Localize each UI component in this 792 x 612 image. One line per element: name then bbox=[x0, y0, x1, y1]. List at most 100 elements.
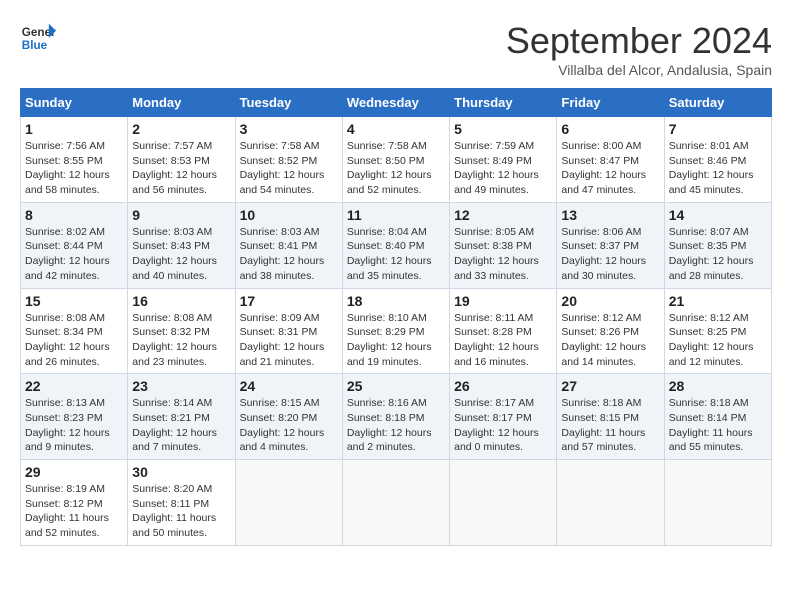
day-info: Sunrise: 7:58 AMSunset: 8:52 PMDaylight:… bbox=[240, 140, 325, 196]
day-number: 27 bbox=[561, 378, 659, 394]
calendar-cell: 5 Sunrise: 7:59 AMSunset: 8:49 PMDayligh… bbox=[450, 117, 557, 203]
calendar-week-2: 8 Sunrise: 8:02 AMSunset: 8:44 PMDayligh… bbox=[21, 202, 772, 288]
day-number: 19 bbox=[454, 293, 552, 309]
day-info: Sunrise: 8:18 AMSunset: 8:15 PMDaylight:… bbox=[561, 397, 645, 453]
calendar-cell bbox=[342, 460, 449, 546]
day-number: 17 bbox=[240, 293, 338, 309]
calendar-cell: 27 Sunrise: 8:18 AMSunset: 8:15 PMDaylig… bbox=[557, 374, 664, 460]
calendar-cell bbox=[664, 460, 771, 546]
month-title: September 2024 bbox=[506, 20, 772, 62]
calendar-cell: 9 Sunrise: 8:03 AMSunset: 8:43 PMDayligh… bbox=[128, 202, 235, 288]
day-info: Sunrise: 7:58 AMSunset: 8:50 PMDaylight:… bbox=[347, 140, 432, 196]
day-info: Sunrise: 7:57 AMSunset: 8:53 PMDaylight:… bbox=[132, 140, 217, 196]
day-info: Sunrise: 8:03 AMSunset: 8:41 PMDaylight:… bbox=[240, 226, 325, 282]
calendar-body: 1 Sunrise: 7:56 AMSunset: 8:55 PMDayligh… bbox=[21, 117, 772, 546]
page-header: General Blue September 2024 Villalba del… bbox=[20, 20, 772, 78]
calendar-cell: 10 Sunrise: 8:03 AMSunset: 8:41 PMDaylig… bbox=[235, 202, 342, 288]
day-info: Sunrise: 8:10 AMSunset: 8:29 PMDaylight:… bbox=[347, 312, 432, 368]
calendar-cell: 25 Sunrise: 8:16 AMSunset: 8:18 PMDaylig… bbox=[342, 374, 449, 460]
calendar-cell: 14 Sunrise: 8:07 AMSunset: 8:35 PMDaylig… bbox=[664, 202, 771, 288]
day-number: 20 bbox=[561, 293, 659, 309]
day-info: Sunrise: 8:19 AMSunset: 8:12 PMDaylight:… bbox=[25, 483, 109, 539]
weekday-header-row: SundayMondayTuesdayWednesdayThursdayFrid… bbox=[21, 89, 772, 117]
day-number: 22 bbox=[25, 378, 123, 394]
calendar-week-5: 29 Sunrise: 8:19 AMSunset: 8:12 PMDaylig… bbox=[21, 460, 772, 546]
calendar-cell: 21 Sunrise: 8:12 AMSunset: 8:25 PMDaylig… bbox=[664, 288, 771, 374]
day-info: Sunrise: 8:08 AMSunset: 8:34 PMDaylight:… bbox=[25, 312, 110, 368]
day-number: 14 bbox=[669, 207, 767, 223]
calendar-cell: 7 Sunrise: 8:01 AMSunset: 8:46 PMDayligh… bbox=[664, 117, 771, 203]
location: Villalba del Alcor, Andalusia, Spain bbox=[506, 62, 772, 78]
day-number: 2 bbox=[132, 121, 230, 137]
calendar-week-1: 1 Sunrise: 7:56 AMSunset: 8:55 PMDayligh… bbox=[21, 117, 772, 203]
weekday-header-tuesday: Tuesday bbox=[235, 89, 342, 117]
day-info: Sunrise: 8:17 AMSunset: 8:17 PMDaylight:… bbox=[454, 397, 539, 453]
logo: General Blue bbox=[20, 20, 56, 56]
day-number: 10 bbox=[240, 207, 338, 223]
calendar-cell: 17 Sunrise: 8:09 AMSunset: 8:31 PMDaylig… bbox=[235, 288, 342, 374]
day-number: 29 bbox=[25, 464, 123, 480]
day-info: Sunrise: 8:04 AMSunset: 8:40 PMDaylight:… bbox=[347, 226, 432, 282]
day-number: 1 bbox=[25, 121, 123, 137]
day-number: 11 bbox=[347, 207, 445, 223]
day-info: Sunrise: 8:03 AMSunset: 8:43 PMDaylight:… bbox=[132, 226, 217, 282]
calendar-cell: 1 Sunrise: 7:56 AMSunset: 8:55 PMDayligh… bbox=[21, 117, 128, 203]
day-number: 30 bbox=[132, 464, 230, 480]
day-info: Sunrise: 8:00 AMSunset: 8:47 PMDaylight:… bbox=[561, 140, 646, 196]
day-info: Sunrise: 8:13 AMSunset: 8:23 PMDaylight:… bbox=[25, 397, 110, 453]
calendar-cell: 11 Sunrise: 8:04 AMSunset: 8:40 PMDaylig… bbox=[342, 202, 449, 288]
calendar-cell: 8 Sunrise: 8:02 AMSunset: 8:44 PMDayligh… bbox=[21, 202, 128, 288]
day-number: 7 bbox=[669, 121, 767, 137]
day-number: 8 bbox=[25, 207, 123, 223]
calendar-cell: 29 Sunrise: 8:19 AMSunset: 8:12 PMDaylig… bbox=[21, 460, 128, 546]
day-info: Sunrise: 8:15 AMSunset: 8:20 PMDaylight:… bbox=[240, 397, 325, 453]
day-number: 3 bbox=[240, 121, 338, 137]
day-info: Sunrise: 7:59 AMSunset: 8:49 PMDaylight:… bbox=[454, 140, 539, 196]
calendar-cell: 6 Sunrise: 8:00 AMSunset: 8:47 PMDayligh… bbox=[557, 117, 664, 203]
day-info: Sunrise: 8:05 AMSunset: 8:38 PMDaylight:… bbox=[454, 226, 539, 282]
day-number: 25 bbox=[347, 378, 445, 394]
calendar-cell: 12 Sunrise: 8:05 AMSunset: 8:38 PMDaylig… bbox=[450, 202, 557, 288]
weekday-header-saturday: Saturday bbox=[664, 89, 771, 117]
day-info: Sunrise: 8:12 AMSunset: 8:26 PMDaylight:… bbox=[561, 312, 646, 368]
day-info: Sunrise: 8:02 AMSunset: 8:44 PMDaylight:… bbox=[25, 226, 110, 282]
day-info: Sunrise: 8:12 AMSunset: 8:25 PMDaylight:… bbox=[669, 312, 754, 368]
calendar-cell: 23 Sunrise: 8:14 AMSunset: 8:21 PMDaylig… bbox=[128, 374, 235, 460]
day-number: 15 bbox=[25, 293, 123, 309]
calendar-cell: 16 Sunrise: 8:08 AMSunset: 8:32 PMDaylig… bbox=[128, 288, 235, 374]
calendar-cell: 22 Sunrise: 8:13 AMSunset: 8:23 PMDaylig… bbox=[21, 374, 128, 460]
day-number: 21 bbox=[669, 293, 767, 309]
calendar-cell: 20 Sunrise: 8:12 AMSunset: 8:26 PMDaylig… bbox=[557, 288, 664, 374]
day-info: Sunrise: 8:16 AMSunset: 8:18 PMDaylight:… bbox=[347, 397, 432, 453]
svg-text:Blue: Blue bbox=[22, 39, 48, 52]
calendar-cell: 18 Sunrise: 8:10 AMSunset: 8:29 PMDaylig… bbox=[342, 288, 449, 374]
calendar-cell: 28 Sunrise: 8:18 AMSunset: 8:14 PMDaylig… bbox=[664, 374, 771, 460]
calendar-cell: 24 Sunrise: 8:15 AMSunset: 8:20 PMDaylig… bbox=[235, 374, 342, 460]
day-number: 23 bbox=[132, 378, 230, 394]
day-number: 6 bbox=[561, 121, 659, 137]
day-info: Sunrise: 8:01 AMSunset: 8:46 PMDaylight:… bbox=[669, 140, 754, 196]
logo-icon: General Blue bbox=[20, 20, 56, 56]
day-info: Sunrise: 8:20 AMSunset: 8:11 PMDaylight:… bbox=[132, 483, 216, 539]
calendar-table: SundayMondayTuesdayWednesdayThursdayFrid… bbox=[20, 88, 772, 546]
calendar-cell: 13 Sunrise: 8:06 AMSunset: 8:37 PMDaylig… bbox=[557, 202, 664, 288]
day-info: Sunrise: 8:06 AMSunset: 8:37 PMDaylight:… bbox=[561, 226, 646, 282]
calendar-cell: 2 Sunrise: 7:57 AMSunset: 8:53 PMDayligh… bbox=[128, 117, 235, 203]
day-info: Sunrise: 8:18 AMSunset: 8:14 PMDaylight:… bbox=[669, 397, 753, 453]
day-number: 12 bbox=[454, 207, 552, 223]
calendar-cell bbox=[235, 460, 342, 546]
day-number: 13 bbox=[561, 207, 659, 223]
day-number: 18 bbox=[347, 293, 445, 309]
weekday-header-sunday: Sunday bbox=[21, 89, 128, 117]
day-info: Sunrise: 8:09 AMSunset: 8:31 PMDaylight:… bbox=[240, 312, 325, 368]
day-number: 24 bbox=[240, 378, 338, 394]
calendar-week-3: 15 Sunrise: 8:08 AMSunset: 8:34 PMDaylig… bbox=[21, 288, 772, 374]
day-number: 9 bbox=[132, 207, 230, 223]
weekday-header-wednesday: Wednesday bbox=[342, 89, 449, 117]
calendar-cell bbox=[557, 460, 664, 546]
calendar-cell bbox=[450, 460, 557, 546]
title-block: September 2024 Villalba del Alcor, Andal… bbox=[506, 20, 772, 78]
calendar-week-4: 22 Sunrise: 8:13 AMSunset: 8:23 PMDaylig… bbox=[21, 374, 772, 460]
day-number: 4 bbox=[347, 121, 445, 137]
weekday-header-thursday: Thursday bbox=[450, 89, 557, 117]
